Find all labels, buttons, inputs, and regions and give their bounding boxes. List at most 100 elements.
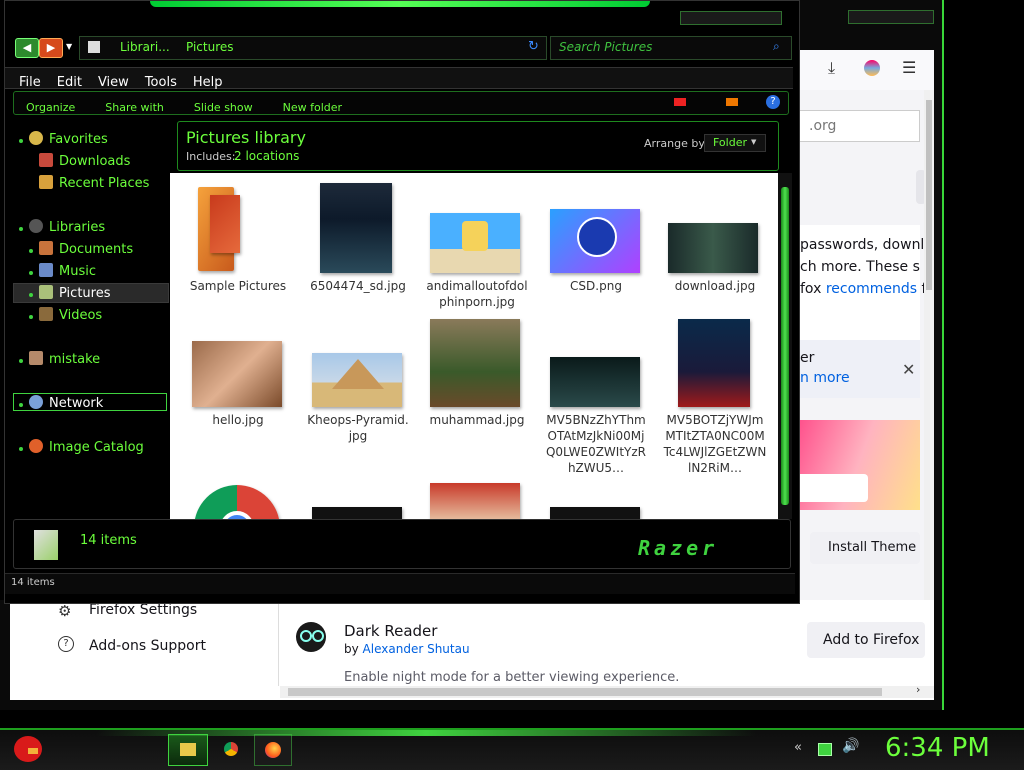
search-icon[interactable]: ⌕ [773, 39, 780, 54]
folder-icon [88, 41, 100, 53]
view-options-icon[interactable] [674, 98, 686, 106]
author-link[interactable]: Alexander Shutau [363, 642, 470, 656]
details-pane: 14 items Razer [13, 519, 791, 569]
account-icon[interactable] [864, 60, 880, 76]
nav-pictures[interactable]: Pictures [39, 285, 110, 301]
organize-button[interactable]: Organize [26, 101, 75, 114]
card-text: er [800, 350, 815, 366]
menu-help[interactable]: Help [193, 75, 223, 90]
firefox-search-field[interactable]: .org [796, 110, 920, 142]
nav-downloads[interactable]: Downloads [39, 153, 130, 169]
thumbnail-mv5bnz[interactable] [550, 357, 640, 407]
close-icon[interactable]: ✕ [902, 360, 915, 379]
extension-author-line: by Alexander Shutau [344, 642, 470, 656]
learn-more-link[interactable]: n more [800, 370, 850, 386]
file-name[interactable]: 6504474_sd.jpg [306, 278, 410, 294]
thumbnail-chrome[interactable] [194, 485, 280, 519]
firefox-icon [265, 742, 281, 758]
nav-music[interactable]: Music [39, 263, 96, 279]
search-input[interactable]: Search Pictures ⌕ [550, 36, 792, 60]
menu-hamburger-icon[interactable]: ☰ [902, 58, 916, 77]
preview-pane-icon[interactable] [726, 98, 738, 106]
share-with-button[interactable]: Share with [105, 101, 164, 114]
scroll-right-icon[interactable]: › [916, 683, 920, 696]
file-list-scrollbar[interactable] [778, 173, 792, 519]
includes-locations-link[interactable]: 2 locations [234, 149, 299, 163]
taskbar-explorer-button[interactable] [168, 734, 208, 766]
file-name[interactable]: muhammad.jpg [425, 412, 529, 428]
forward-button[interactable]: ▶ [39, 38, 63, 58]
slide-show-button[interactable]: Slide show [194, 101, 253, 114]
file-name[interactable]: Kheops-Pyramid.jpg [306, 412, 410, 444]
thumbnail-santa[interactable] [430, 483, 520, 519]
thumbnail-mrrobot[interactable] [312, 507, 402, 519]
nav-libraries[interactable]: Libraries [29, 219, 105, 235]
file-name[interactable]: download.jpg [663, 278, 767, 294]
nav-favorites[interactable]: Favorites [29, 131, 108, 147]
command-bar: Organize Share with Slide show New folder ? [13, 91, 789, 115]
nav-documents[interactable]: Documents [39, 241, 133, 257]
file-name[interactable]: MV5BOTZjYWJmMTItZTA0NC00MTc4LWJlZGEtZWNl… [663, 412, 767, 476]
thumbnail-muhammad[interactable] [430, 319, 520, 407]
extension-name[interactable]: Dark Reader [344, 622, 437, 640]
network-tray-icon[interactable] [818, 743, 832, 756]
user-icon [29, 351, 43, 365]
menu-edit[interactable]: Edit [57, 75, 82, 90]
network-icon [29, 395, 43, 409]
tray-arrow-icon[interactable]: « [794, 740, 802, 755]
nav-mistake[interactable]: mistake [29, 351, 100, 367]
firefox-window-controls[interactable] [848, 10, 934, 24]
new-folder-button[interactable]: New folder [283, 101, 342, 114]
recommends-link[interactable]: recommends [826, 281, 917, 297]
refresh-icon[interactable]: ↻ [528, 39, 539, 54]
menu-view[interactable]: View [98, 75, 129, 90]
addons-support-link[interactable]: Add-ons Support [89, 638, 206, 654]
url-fragment: .org [809, 118, 837, 134]
path-pictures[interactable]: Pictures [186, 40, 234, 54]
file-name[interactable]: MV5BNzZhYThmOTAtMzJkNi00MjQ0LWE0ZWItYzRh… [544, 412, 648, 476]
razer-logo: Razer [638, 536, 719, 560]
file-name[interactable]: andimalloutofdolphinporn.jpg [425, 278, 529, 310]
downloads-folder-icon [39, 153, 53, 167]
thumbnail-dark[interactable] [550, 507, 640, 519]
start-button[interactable] [10, 732, 46, 766]
file-name[interactable]: Sample Pictures [186, 278, 290, 294]
volume-icon[interactable]: 🔊 [842, 738, 859, 754]
thumbnail-andimall[interactable] [430, 213, 520, 273]
install-theme-button[interactable]: Install Theme [810, 532, 920, 564]
back-button[interactable]: ◀ [15, 38, 39, 58]
videos-icon [39, 307, 53, 321]
path-librari[interactable]: Librari... [120, 40, 170, 54]
thumbnail-csd[interactable] [550, 209, 640, 273]
window-controls[interactable] [680, 11, 782, 25]
clock[interactable]: 6:34 PM [885, 733, 990, 763]
taskbar-firefox-button[interactable] [254, 734, 292, 766]
firefox-settings-link[interactable]: Firefox Settings [89, 602, 197, 618]
chevron-down-icon[interactable]: ▼ [66, 42, 72, 51]
thumbnail-download[interactable] [668, 223, 758, 273]
thumbnail-mv5botz[interactable] [678, 319, 750, 407]
recent-places-icon [39, 175, 53, 189]
angry-bird-icon [14, 736, 42, 762]
thumbnail-hello[interactable] [192, 341, 282, 407]
music-icon [39, 263, 53, 277]
nav-recent-places[interactable]: Recent Places [39, 175, 149, 191]
menu-tools[interactable]: Tools [145, 75, 177, 90]
file-name[interactable]: hello.jpg [186, 412, 290, 428]
help-icon[interactable]: ? [766, 95, 780, 109]
nav-network[interactable]: Network [29, 395, 103, 411]
nav-videos[interactable]: Videos [39, 307, 102, 323]
arrange-by-dropdown[interactable]: Folder ▼ [704, 134, 766, 152]
horizontal-scrollbar[interactable]: › [280, 683, 934, 698]
address-bar[interactable]: Librari... Pictures ↻ [79, 36, 547, 60]
add-to-firefox-button[interactable]: Add to Firefox [807, 622, 925, 658]
thumbnail-kheops[interactable] [312, 353, 402, 407]
thumbnail-6504474[interactable] [320, 183, 392, 273]
star-icon [29, 131, 43, 145]
file-name[interactable]: CSD.png [544, 278, 648, 294]
downloads-icon[interactable]: ⤓ [828, 58, 835, 78]
taskbar-chrome-button[interactable] [214, 734, 248, 764]
image-catalog-icon [29, 439, 43, 453]
menu-file[interactable]: File [19, 75, 41, 90]
nav-image-catalog[interactable]: Image Catalog [29, 439, 144, 455]
